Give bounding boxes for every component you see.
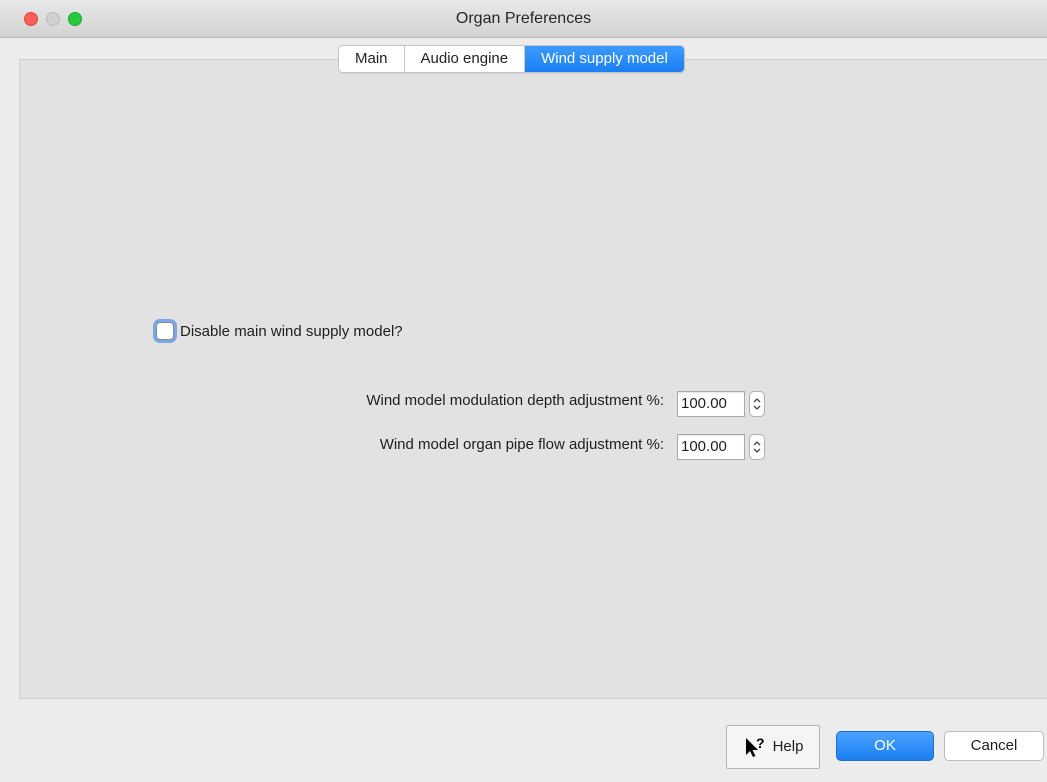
pipe-flow-input[interactable]: 100.00 (677, 434, 745, 460)
tab-audio-engine[interactable]: Audio engine (404, 46, 526, 72)
stepper-arrows-icon (753, 441, 761, 453)
stepper-arrows-icon (753, 398, 761, 410)
svg-text:?: ? (756, 736, 765, 751)
cancel-button[interactable]: Cancel (944, 731, 1044, 761)
window-title: Organ Preferences (455, 10, 592, 27)
modulation-depth-label: Wind model modulation depth adjustment %… (366, 392, 664, 409)
ok-button[interactable]: OK (836, 731, 934, 761)
preferences-window: Organ Preferences Main Audio engine Wind… (0, 0, 1047, 782)
tab-wind-supply-model[interactable]: Wind supply model (525, 46, 684, 72)
title-bar[interactable]: Organ Preferences (0, 0, 1047, 38)
disable-wind-model-row[interactable]: Disable main wind supply model? (156, 322, 403, 340)
pipe-flow-stepper[interactable] (749, 434, 765, 460)
pipe-flow-label: Wind model organ pipe flow adjustment %: (379, 436, 664, 453)
tab-main[interactable]: Main (339, 46, 405, 72)
help-button-label: Help (772, 738, 804, 755)
modulation-depth-stepper[interactable] (749, 391, 765, 417)
disable-wind-model-label: Disable main wind supply model? (180, 322, 403, 340)
help-button[interactable]: ? Help (726, 725, 820, 769)
disable-wind-model-checkbox[interactable] (156, 322, 174, 340)
tab-bar: Main Audio engine Wind supply model (338, 45, 685, 73)
context-help-arrow-icon: ? (745, 736, 765, 757)
modulation-depth-input[interactable]: 100.00 (677, 391, 745, 417)
tab-content-panel (19, 59, 1047, 699)
